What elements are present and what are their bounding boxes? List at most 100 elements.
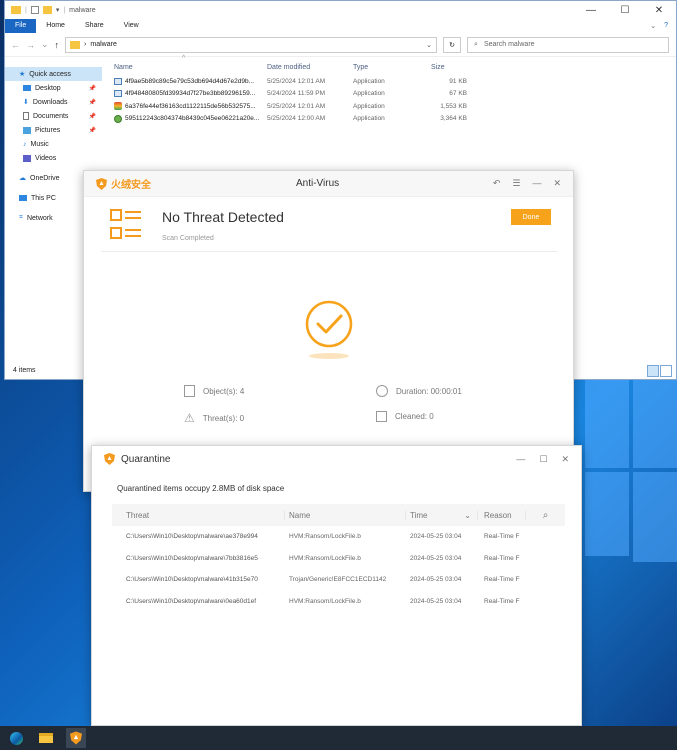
- breadcrumb[interactable]: malware: [90, 41, 116, 48]
- sidebar-item-label: Pictures: [35, 126, 61, 134]
- pictures-icon: [23, 126, 31, 134]
- file-type: Application: [353, 90, 385, 98]
- help-icon[interactable]: ?: [664, 22, 668, 30]
- maximize-button[interactable]: ☐: [539, 454, 547, 465]
- threat-time: 2024-05-25 03:04: [410, 597, 462, 605]
- taskbar-edge-button[interactable]: [6, 728, 26, 748]
- file-date: 5/25/2024 12:00 AM: [267, 115, 326, 123]
- stat-cleaned: Cleaned: 0: [376, 411, 434, 422]
- chevron-down-icon[interactable]: ⌄: [650, 22, 656, 30]
- file-name: 4f948480805fd39934d7f27be3bb89296159...: [125, 90, 256, 98]
- chevron-down-icon[interactable]: ▾: [56, 6, 60, 14]
- window-title: Anti-Virus: [296, 178, 340, 189]
- stat-objects: Object(s): 4: [184, 385, 244, 397]
- table-row[interactable]: C:\Users\Win10\Desktop\malware\ae378e994…: [112, 526, 565, 548]
- document-icon: [184, 385, 195, 397]
- file-date: 5/25/2024 12:01 AM: [267, 77, 326, 85]
- sidebar-item-label: Videos: [35, 154, 57, 162]
- stat-duration-label: Duration: 00:00:01: [396, 386, 462, 396]
- recent-chevron-icon[interactable]: ⌄: [41, 39, 49, 50]
- shield-icon: [96, 177, 107, 190]
- threat-name: HVM:Ransom/LockFile.b: [289, 597, 361, 605]
- column-threat[interactable]: Threat: [112, 510, 285, 520]
- tab-file[interactable]: File: [5, 19, 37, 33]
- tab-home[interactable]: Home: [36, 19, 75, 33]
- search-icon: ⌕: [474, 40, 478, 48]
- stat-duration: Duration: 00:00:01: [376, 385, 462, 397]
- table-row[interactable]: C:\Users\Win10\Desktop\malware\0ea60d1ef…: [112, 591, 565, 613]
- tab-view[interactable]: View: [114, 19, 149, 33]
- threat-path: C:\Users\Win10\Desktop\malware\41b315e70: [126, 576, 258, 584]
- brand-name: 火绒安全: [111, 180, 151, 191]
- up-arrow-icon[interactable]: ↑: [55, 40, 60, 50]
- minimize-button[interactable]: —: [532, 178, 541, 189]
- maximize-button[interactable]: ☐: [608, 5, 642, 16]
- sidebar-item-label: OneDrive: [30, 174, 60, 182]
- new-folder-icon[interactable]: [42, 6, 52, 14]
- desktop-folder-icon: [23, 85, 31, 91]
- address-row: ← → ⌄ ↑ › malware ⌄ ↻ ⌕ Search malware: [5, 33, 676, 57]
- taskbar-explorer-button[interactable]: [36, 728, 56, 748]
- pin-icon: 📌: [88, 85, 96, 92]
- file-explorer-icon: [39, 733, 53, 743]
- sidebar-item-documents[interactable]: Documents 📌: [5, 109, 102, 123]
- file-row[interactable]: 4f948480805fd39934d7f27be3bb89296159... …: [110, 88, 470, 101]
- divider: [101, 251, 557, 252]
- column-reason[interactable]: Reason: [478, 510, 526, 520]
- file-row[interactable]: 4f9ae5b89c89c5e79c53db694d4d67e2d9b... 5…: [110, 75, 470, 88]
- shield-icon: [104, 453, 115, 465]
- column-time[interactable]: Time ⌄: [406, 510, 478, 520]
- file-name: 4f9ae5b89c89c5e79c53db694d4d67e2d9b...: [125, 77, 255, 85]
- close-button[interactable]: ✕: [561, 454, 569, 465]
- file-row[interactable]: 595112243c804374b8439c045ee06221a20e... …: [110, 113, 470, 126]
- close-button[interactable]: ✕: [553, 178, 561, 189]
- window-title: malware: [69, 6, 96, 14]
- quarantine-window: Quarantine — ☐ ✕ Quarantined items occup…: [91, 445, 582, 726]
- file-date: 5/25/2024 12:01 AM: [267, 102, 326, 110]
- menu-icon[interactable]: ☰: [512, 178, 520, 189]
- minimize-button[interactable]: —: [574, 5, 608, 16]
- column-type[interactable]: Type: [351, 64, 423, 71]
- taskbar-antivirus-button[interactable]: [66, 728, 86, 748]
- file-list: ^ Name Date modified Type Size 4f9ae5b89…: [110, 55, 470, 126]
- stat-objects-label: Object(s): 4: [203, 386, 245, 396]
- sidebar-item-videos[interactable]: Videos: [5, 151, 102, 165]
- threat-path: C:\Users\Win10\Desktop\malware\0ea60d1ef: [126, 597, 257, 605]
- close-button[interactable]: ✕: [642, 5, 676, 16]
- sidebar-item-label: Network: [26, 214, 53, 222]
- sidebar-item-music[interactable]: ♪ Music: [5, 137, 102, 151]
- forward-arrow-icon[interactable]: →: [26, 40, 35, 50]
- column-date-modified[interactable]: Date modified: [265, 64, 351, 71]
- back-icon[interactable]: ↶: [493, 178, 501, 189]
- refresh-button[interactable]: ↻: [443, 36, 462, 53]
- back-arrow-icon[interactable]: ←: [11, 40, 20, 50]
- column-name[interactable]: Name: [285, 510, 406, 520]
- sort-indicator-icon: ^: [182, 55, 186, 62]
- address-bar[interactable]: › malware ⌄: [65, 36, 438, 53]
- properties-icon[interactable]: [30, 6, 39, 14]
- file-size: 91 KB: [449, 77, 467, 85]
- column-name[interactable]: Name: [110, 64, 265, 71]
- chevron-down-icon[interactable]: ⌄: [426, 41, 432, 49]
- file-row[interactable]: 6a376fe44ef36163cd1122115de56b532575... …: [110, 100, 470, 113]
- search-input[interactable]: ⌕ Search malware: [467, 36, 670, 53]
- chevron-down-icon[interactable]: ⌄: [464, 511, 471, 520]
- details-view-icon[interactable]: [647, 365, 659, 377]
- search-icon[interactable]: ⌕: [543, 510, 549, 521]
- pin-icon: 📌: [88, 127, 96, 134]
- table-row[interactable]: C:\Users\Win10\Desktop\malware\7bb3816e5…: [112, 548, 565, 570]
- sidebar-item-pictures[interactable]: Pictures 📌: [5, 123, 102, 137]
- sidebar-item-downloads[interactable]: ⬇ Downloads 📌: [5, 95, 102, 109]
- done-button[interactable]: Done: [511, 209, 551, 225]
- sidebar-item-quick-access[interactable]: ★ Quick access: [5, 67, 102, 81]
- antivirus-titlebar: 火绒安全 Anti-Virus ↶ ☰ — ✕: [84, 171, 573, 197]
- tab-share[interactable]: Share: [75, 19, 114, 33]
- sidebar-item-desktop[interactable]: Desktop 📌: [5, 81, 102, 95]
- minimize-button[interactable]: —: [516, 454, 525, 465]
- table-row[interactable]: C:\Users\Win10\Desktop\malware\41b315e70…: [112, 569, 565, 591]
- large-icons-view-icon[interactable]: [660, 365, 672, 377]
- refresh-icon: ↻: [449, 41, 455, 49]
- column-size[interactable]: Size: [423, 64, 467, 71]
- threat-reason: Real-Time F: [484, 533, 520, 541]
- result-subheading: Scan Completed: [162, 235, 214, 242]
